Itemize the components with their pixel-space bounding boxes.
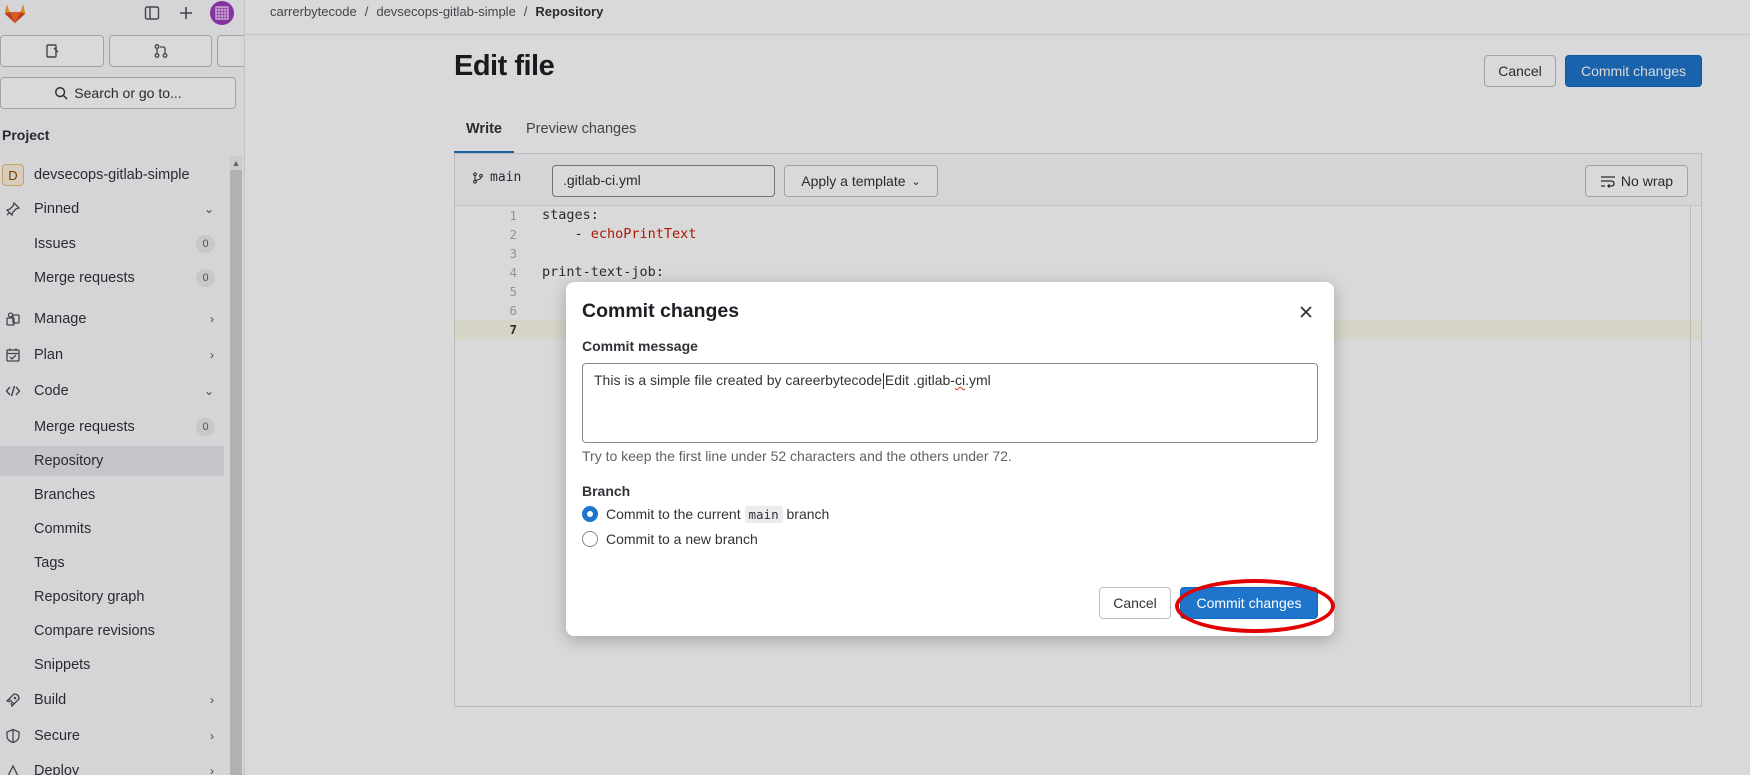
commit-message-help: Try to keep the first line under 52 char… [582, 448, 1012, 464]
radio-label-suffix: branch [786, 506, 830, 522]
commit-message-line2-start: Edit .gitlab- [884, 372, 955, 388]
modal-commit-changes-button[interactable]: Commit changes [1180, 587, 1318, 619]
radio-label-prefix: Commit to the current [606, 506, 741, 522]
radio-commit-new-branch[interactable]: Commit to a new branch [582, 531, 758, 547]
radio-label: Commit to a new branch [606, 531, 758, 547]
radio-label: Commit to the current main branch [606, 506, 830, 523]
radio-button[interactable] [582, 531, 598, 547]
commit-message-line1: This is a simple file created by careerb… [594, 372, 882, 388]
close-icon[interactable] [1294, 300, 1318, 324]
branch-code-chip: main [744, 506, 783, 523]
radio-commit-current-branch[interactable]: Commit to the current main branch [582, 506, 830, 523]
commit-message-textarea[interactable]: This is a simple file created by careerb… [582, 363, 1318, 443]
radio-button-checked[interactable] [582, 506, 598, 522]
commit-changes-modal: Commit changes Commit message This is a … [566, 282, 1334, 636]
commit-message-line2-end: .yml [965, 372, 991, 388]
branch-label: Branch [582, 483, 631, 499]
modal-cancel-button[interactable]: Cancel [1099, 587, 1171, 619]
text-caret [882, 373, 884, 390]
spellcheck-word: ci [954, 372, 966, 388]
modal-title: Commit changes [582, 300, 740, 322]
commit-message-label: Commit message [582, 338, 698, 354]
